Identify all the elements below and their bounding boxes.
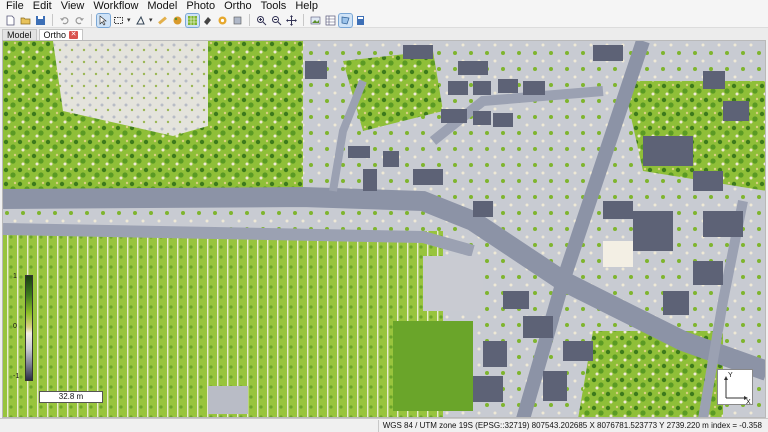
toolbar: ▾ ▾ [0, 12, 768, 28]
navigation-icon[interactable] [134, 14, 147, 27]
menu-view[interactable]: View [58, 0, 91, 13]
eraser-icon[interactable] [201, 14, 214, 27]
orthomosaic-image [3, 41, 765, 417]
calculator-icon[interactable] [354, 14, 367, 27]
axis-gizmo: Y X [717, 369, 753, 406]
colorscale-gradient [25, 275, 33, 381]
zoom-in-icon[interactable] [255, 14, 268, 27]
index-color-scale: 1 0 -1 [11, 273, 39, 383]
brush-icon[interactable] [216, 14, 229, 27]
menu-edit[interactable]: Edit [30, 0, 58, 13]
menu-ortho[interactable]: Ortho [221, 0, 258, 13]
patch-icon[interactable] [231, 14, 244, 27]
zoom-out-icon[interactable] [270, 14, 283, 27]
ortho-viewport[interactable]: 1 0 -1 32.8 m Y X [2, 40, 766, 418]
toolbar-separator [303, 14, 304, 26]
move-icon[interactable] [285, 14, 298, 27]
document-tabs: Model Ortho ✕ [0, 28, 768, 40]
colorscale-mid-label: 0 [13, 323, 17, 330]
shapes-icon[interactable] [338, 12, 353, 28]
status-bar: WGS 84 / UTM zone 19S (EPSG::32719) 8075… [0, 418, 768, 432]
colorscale-max-label: 1 [13, 273, 17, 280]
coordinate-readout: WGS 84 / UTM zone 19S (EPSG::32719) 8075… [377, 420, 762, 432]
redo-icon[interactable] [73, 14, 86, 27]
grid-icon[interactable] [185, 12, 200, 28]
open-folder-icon[interactable] [19, 14, 32, 27]
menu-file[interactable]: File [3, 0, 30, 13]
tab-label: Model [7, 29, 32, 40]
axis-y-label: Y [728, 372, 733, 379]
new-document-icon[interactable] [4, 14, 17, 27]
table-icon[interactable] [324, 14, 337, 27]
ruler-icon[interactable] [156, 14, 169, 27]
menu-model[interactable]: Model [144, 0, 183, 13]
application-window: File Edit View Workflow Model Photo Orth… [0, 0, 768, 432]
chevron-down-icon[interactable]: ▾ [127, 14, 132, 27]
menu-bar: File Edit View Workflow Model Photo Orth… [0, 0, 768, 13]
menu-help[interactable]: Help [292, 0, 324, 13]
chevron-down-icon[interactable]: ▾ [149, 14, 154, 27]
tab-model[interactable]: Model [2, 29, 37, 40]
menu-photo[interactable]: Photo [183, 0, 221, 13]
scale-bar: 32.8 m [39, 391, 103, 403]
undo-icon[interactable] [58, 14, 71, 27]
save-icon[interactable] [34, 14, 47, 27]
tab-label: Ortho [43, 29, 67, 40]
paint-icon[interactable] [171, 14, 184, 27]
image-icon[interactable] [309, 14, 322, 27]
toolbar-separator [249, 14, 250, 26]
rectangle-selection-icon[interactable] [112, 14, 125, 27]
pointer-icon[interactable] [96, 12, 111, 28]
toolbar-separator [52, 14, 53, 26]
close-icon[interactable]: ✕ [69, 31, 79, 39]
menu-tools[interactable]: Tools [258, 0, 293, 13]
axis-x-label: X [746, 399, 751, 406]
colorscale-min-label: -1 [13, 373, 20, 380]
menu-workflow[interactable]: Workflow [90, 0, 144, 13]
toolbar-separator [91, 14, 92, 26]
tab-ortho[interactable]: Ortho ✕ [38, 29, 84, 40]
